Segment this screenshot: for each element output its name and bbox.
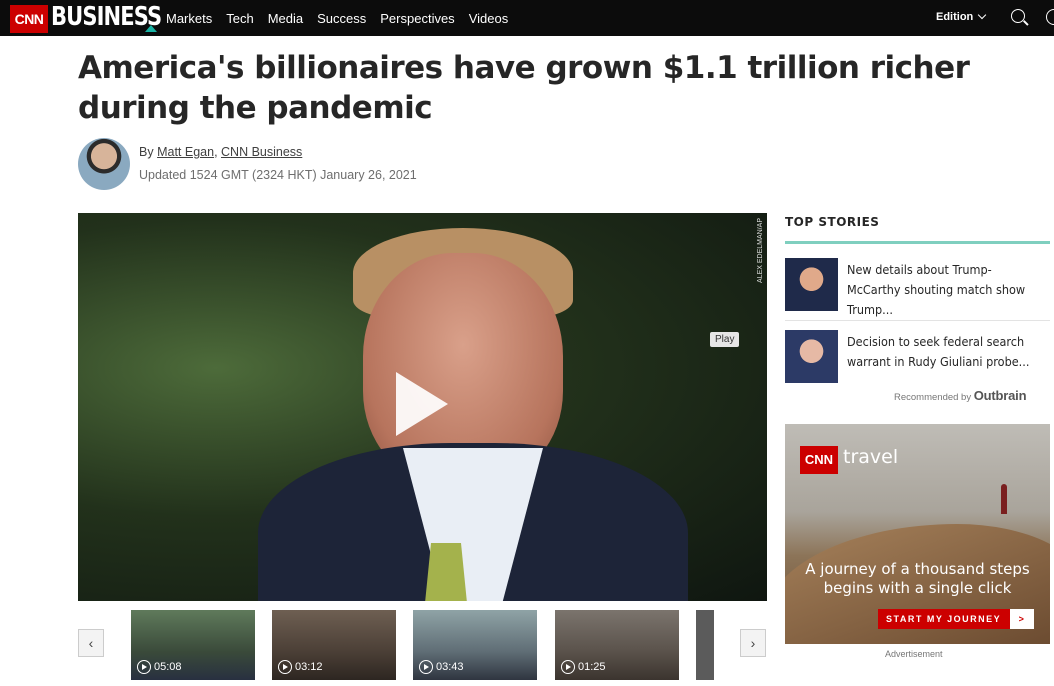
byline: By Matt Egan, CNN Business [139, 145, 303, 159]
duration-text: 03:12 [295, 661, 323, 673]
updated-timestamp: Updated 1524 GMT (2324 HKT) January 26, … [139, 168, 417, 182]
nav-link-success[interactable]: Success [317, 11, 366, 26]
top-story-item[interactable]: Decision to seek federal search warrant … [785, 330, 1050, 386]
carousel-thumb-partial[interactable] [696, 610, 714, 680]
duration-text: 01:25 [578, 661, 606, 673]
nav-link-tech[interactable]: Tech [226, 11, 253, 26]
play-label[interactable]: Play [710, 332, 740, 347]
outbrain-logo: Outbrain [973, 388, 1027, 403]
thumb-duration: 03:43 [419, 660, 464, 674]
author-avatar[interactable] [78, 138, 130, 190]
cnn-logo[interactable]: CNN [10, 5, 48, 33]
ad-hiker-figure [1001, 484, 1007, 514]
carousel-thumb[interactable]: 01:25 [555, 610, 679, 680]
nav-link-videos[interactable]: Videos [469, 11, 509, 26]
play-circle-icon [278, 660, 292, 674]
photo-credit: ALEX EDELMAN/AP [757, 218, 764, 283]
advertisement-label: Advertisement [885, 649, 943, 659]
logo-triangle-icon [145, 25, 157, 32]
ad-cnn-logo: CNN [800, 446, 838, 474]
ad-tagline-line2: begins with a single click [823, 579, 1012, 597]
edition-dropdown[interactable]: Edition [936, 10, 987, 23]
author-link[interactable]: Matt Egan [157, 145, 214, 159]
top-story-item[interactable]: New details about Trump-McCarthy shoutin… [785, 258, 1050, 317]
story-thumbnail[interactable] [785, 330, 838, 383]
byline-prefix: By [139, 145, 154, 159]
article-headline: America's billionaires have grown $1.1 t… [78, 50, 970, 126]
ad-tagline-line1: A journey of a thousand steps [805, 560, 1030, 578]
travel-ad[interactable]: CNN travel A journey of a thousand steps… [785, 424, 1050, 644]
cta-label: START MY JOURNEY [886, 614, 1002, 624]
start-journey-button[interactable]: START MY JOURNEY > [878, 609, 1034, 629]
nav-link-perspectives[interactable]: Perspectives [380, 11, 454, 26]
recommended-label: Recommended by [894, 392, 972, 403]
thumb-duration: 03:12 [278, 660, 323, 674]
story-headline[interactable]: New details about Trump-McCarthy shoutin… [847, 260, 1035, 320]
play-circle-icon [137, 660, 151, 674]
thumb-duration: 05:08 [137, 660, 182, 674]
play-circle-icon [561, 660, 575, 674]
recommended-by[interactable]: Recommended by Outbrain [894, 388, 1027, 403]
top-stories-divider [785, 241, 1050, 244]
edition-label: Edition [936, 11, 974, 23]
carousel-prev-button[interactable]: ‹ [78, 629, 104, 657]
play-circle-icon [419, 660, 433, 674]
ad-tagline: A journey of a thousand steps begins wit… [785, 560, 1050, 598]
profile-icon[interactable] [1046, 9, 1054, 25]
carousel-thumb[interactable]: 05:08 [131, 610, 255, 680]
story-headline[interactable]: Decision to seek federal search warrant … [847, 332, 1035, 372]
arrow-right-icon: > [1010, 609, 1034, 629]
story-divider [785, 320, 1050, 321]
search-icon[interactable] [1011, 9, 1025, 23]
top-nav: CNN BUSINESS Markets Tech Media Success … [0, 0, 1054, 36]
nav-link-media[interactable]: Media [268, 11, 303, 26]
top-stories-title: TOP STORIES [785, 215, 880, 229]
ad-travel-label: travel [843, 446, 899, 468]
carousel-next-button[interactable]: › [740, 629, 766, 657]
thumb-duration: 01:25 [561, 660, 606, 674]
chevron-down-icon [978, 10, 987, 20]
play-icon[interactable] [396, 372, 448, 436]
story-thumbnail[interactable] [785, 258, 838, 311]
nav-link-markets[interactable]: Markets [166, 11, 212, 26]
duration-text: 05:08 [154, 661, 182, 673]
carousel-thumb[interactable]: 03:12 [272, 610, 396, 680]
carousel-thumb[interactable]: 03:43 [413, 610, 537, 680]
source-link[interactable]: CNN Business [221, 145, 302, 159]
duration-text: 03:43 [436, 661, 464, 673]
nav-links: Markets Tech Media Success Perspectives … [166, 0, 522, 36]
